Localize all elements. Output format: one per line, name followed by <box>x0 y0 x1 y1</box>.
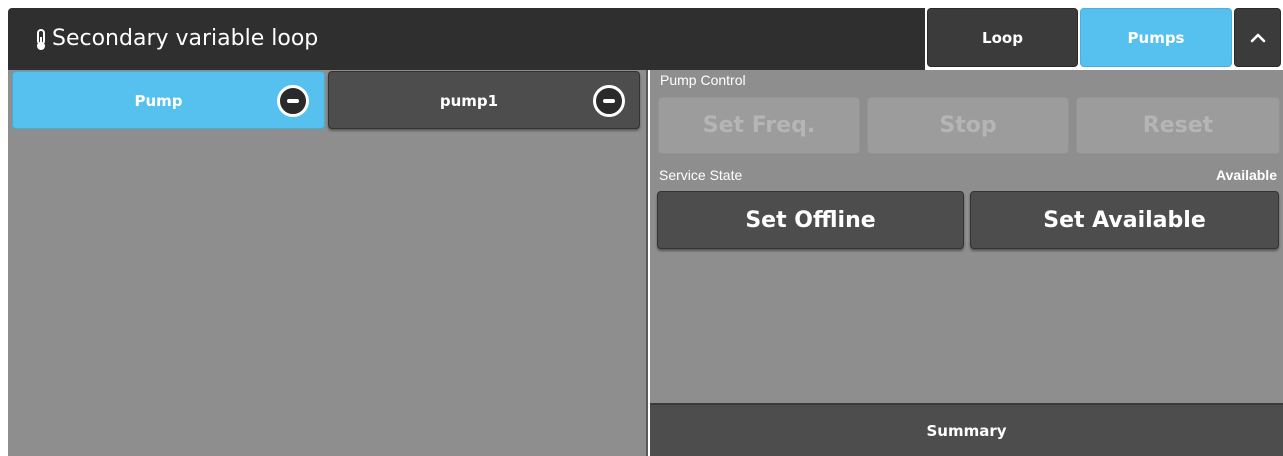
set-freq-button[interactable]: Set Freq. <box>658 97 860 154</box>
pump-tab-pump1[interactable]: pump1 <box>328 71 640 129</box>
app-frame: Secondary variable loop Loop Pumps Pump … <box>0 0 1283 456</box>
set-offline-label: Set Offline <box>745 207 876 233</box>
reset-button[interactable]: Reset <box>1076 97 1280 154</box>
remove-pump-button[interactable] <box>277 85 309 117</box>
service-state-value: Available <box>1216 167 1277 183</box>
header-bar: Secondary variable loop <box>8 8 925 70</box>
thermometer-icon <box>37 29 45 50</box>
page-title: Secondary variable loop <box>52 26 319 51</box>
summary-button[interactable]: Summary <box>650 403 1283 456</box>
stop-label: Stop <box>939 113 997 138</box>
pump-control-label: Pump Control <box>660 72 746 88</box>
tab-loop-label: Loop <box>982 28 1023 47</box>
tab-loop[interactable]: Loop <box>927 8 1078 67</box>
tab-pumps-label: Pumps <box>1127 28 1185 47</box>
set-offline-button[interactable]: Set Offline <box>657 191 964 249</box>
service-state-label: Service State <box>659 167 743 183</box>
summary-label: Summary <box>926 421 1007 440</box>
stop-button[interactable]: Stop <box>867 97 1069 154</box>
set-available-label: Set Available <box>1043 207 1206 233</box>
reset-label: Reset <box>1142 113 1214 138</box>
set-freq-label: Set Freq. <box>702 113 816 138</box>
set-available-button[interactable]: Set Available <box>970 191 1279 249</box>
pump-tab-pump[interactable]: Pump <box>12 71 325 129</box>
tab-pumps[interactable]: Pumps <box>1080 8 1232 67</box>
remove-pump1-button[interactable] <box>593 85 625 117</box>
collapse-button[interactable] <box>1234 8 1281 67</box>
chevron-up-icon <box>1250 33 1265 42</box>
